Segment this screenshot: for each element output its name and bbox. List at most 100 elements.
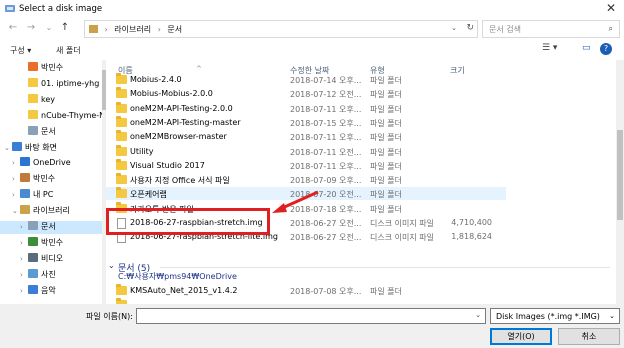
up-arrow-icon[interactable]: ↑ bbox=[58, 21, 72, 35]
sidebar-item[interactable]: › 내 PC bbox=[0, 189, 102, 202]
open-button[interactable]: 열기(O) bbox=[490, 328, 552, 345]
file-name: KMSAuto_Net_2015_v1.4.2 bbox=[130, 286, 238, 295]
sidebar-item[interactable]: › 사진 bbox=[0, 268, 102, 282]
filter-dropdown-icon[interactable]: ⌄ bbox=[609, 312, 615, 320]
expand-chevron-icon[interactable]: › bbox=[12, 159, 20, 167]
file-row[interactable]: 사용자 지정 Office 서식 파일 2018-07-09 오후... 파일 폴더 bbox=[106, 173, 506, 186]
sidebar-item[interactable]: › OneDrive bbox=[0, 157, 102, 170]
sidebar-item-label: 문서 bbox=[41, 222, 56, 231]
sidebar-item[interactable]: › 비디오 bbox=[0, 252, 102, 266]
sidebar-item[interactable]: 박민수 bbox=[0, 62, 102, 75]
breadcrumb-libraries[interactable]: 라이브러리 bbox=[114, 25, 151, 34]
file-type: 파일 폴더 bbox=[370, 190, 402, 200]
sort-ascending-icon: ^ bbox=[196, 65, 202, 73]
file-size: 1,818,624 bbox=[451, 232, 492, 242]
file-row[interactable]: oneM2M-API-Testing-master 2018-07-15 오후..… bbox=[106, 115, 506, 129]
sidebar-item-label: key bbox=[41, 94, 56, 104]
file-size: 4,710,400 bbox=[451, 218, 492, 227]
dialog-footer: 파일 이름(N): ⌄ Disk Images (*.img *.IMG) ⌄ … bbox=[0, 304, 624, 348]
sidebar-item[interactable]: ⌄ 바탕 화면 bbox=[0, 141, 102, 155]
sidebar-item[interactable]: › 박민수 bbox=[0, 236, 102, 250]
expand-chevron-icon[interactable]: › bbox=[20, 287, 28, 295]
view-controls: ☰ ▾ ▭ ? bbox=[534, 43, 624, 57]
expand-chevron-icon[interactable]: › bbox=[12, 191, 20, 199]
recent-locations-chevron-icon[interactable]: ⌄ bbox=[42, 21, 56, 35]
new-folder-button[interactable]: 새 폴더 bbox=[56, 45, 81, 56]
file-type-filter[interactable]: Disk Images (*.img *.IMG) ⌄ bbox=[490, 308, 620, 324]
file-row[interactable]: Visual Studio 2017 2018-07-11 오후... 파일 폴더 bbox=[106, 158, 506, 172]
breadcrumb-documents[interactable]: 문서 bbox=[167, 25, 182, 34]
file-type: 파일 폴더 bbox=[370, 176, 402, 186]
forward-arrow-icon[interactable]: → bbox=[24, 21, 38, 35]
library-folder-icon bbox=[89, 25, 98, 33]
expand-chevron-icon[interactable]: ⌄ bbox=[12, 207, 20, 215]
preview-pane-icon[interactable]: ▭ bbox=[582, 43, 591, 53]
back-arrow-icon[interactable]: ← bbox=[6, 21, 20, 35]
filename-input[interactable]: ⌄ bbox=[136, 308, 486, 324]
file-row[interactable]: KMSAuto_Net_2015_v1.4.2 2018-07-08 오후... 파… bbox=[106, 284, 506, 297]
cancel-button[interactable]: 취소 bbox=[558, 328, 620, 345]
sidebar-item-icon bbox=[20, 173, 30, 183]
filename-dropdown-icon[interactable]: ⌄ bbox=[475, 311, 481, 319]
address-bar[interactable]: › 라이브러리 › 문서 ⌄ ↻ bbox=[84, 20, 478, 38]
folder-icon bbox=[116, 284, 127, 295]
sidebar-item[interactable]: › 문서 bbox=[0, 221, 102, 234]
expand-chevron-icon[interactable]: › bbox=[20, 223, 28, 231]
file-name: Visual Studio 2017 bbox=[130, 160, 205, 170]
sidebar-item-icon bbox=[20, 205, 30, 215]
expand-chevron-icon[interactable]: › bbox=[12, 175, 20, 183]
sidebar-item[interactable]: ⌄ 라이브러리 bbox=[0, 205, 102, 218]
file-name: oneM2MBrowser-master bbox=[130, 132, 227, 142]
search-box[interactable]: 문서 검색 ⌕ bbox=[482, 20, 620, 38]
file-date: 2018-07-20 오전... bbox=[290, 190, 362, 200]
expand-chevron-icon[interactable]: › bbox=[20, 271, 28, 279]
group-collapse-chevron-icon[interactable]: ⌄ bbox=[108, 261, 115, 270]
breadcrumb-separator: › bbox=[157, 25, 161, 34]
sidebar-item-icon bbox=[12, 141, 22, 151]
file-row[interactable]: Mobius-Mobius-2.0.0 2018-07-12 오전... 파일 폴더 bbox=[106, 87, 506, 100]
file-type: 파일 폴더 bbox=[370, 118, 402, 128]
file-date: 2018-07-11 오후... bbox=[290, 104, 362, 114]
file-row[interactable]: Mobius-2.4.0 2018-07-14 오후... 파일 폴더 bbox=[106, 73, 506, 86]
filename-label: 파일 이름(N): bbox=[86, 312, 133, 321]
file-list-scrollbar[interactable] bbox=[616, 60, 624, 304]
file-type: 디스크 이미지 파일 bbox=[370, 233, 434, 243]
sidebar-item-icon bbox=[28, 252, 38, 262]
sidebar-item[interactable]: key bbox=[0, 93, 102, 107]
sidebar-item-icon bbox=[28, 62, 38, 71]
sidebar-item[interactable]: › 음악 bbox=[0, 284, 102, 298]
expand-chevron-icon[interactable]: › bbox=[20, 255, 28, 263]
sidebar-item[interactable]: › 박민수 bbox=[0, 173, 102, 186]
sidebar-item[interactable]: 01. iptime-yhg bbox=[0, 77, 102, 91]
file-type: 디스크 이미지 파일 bbox=[370, 219, 434, 228]
sidebar-item[interactable]: 문서 bbox=[0, 125, 102, 139]
sidebar-item-icon bbox=[28, 109, 38, 119]
file-row[interactable]: oneM2M-API-Testing-2.0.0 2018-07-11 오후...… bbox=[106, 101, 506, 115]
change-view-icon[interactable]: ☰ ▾ bbox=[542, 43, 557, 53]
navigation-pane: 박민수 01. iptime-yhg key nCube-Thyme-N 문서 ⌄ 바탕 화… bbox=[0, 60, 102, 304]
folder-icon bbox=[116, 144, 127, 156]
help-icon[interactable]: ? bbox=[600, 43, 612, 55]
group-divider bbox=[160, 267, 610, 268]
file-type: 파일 폴더 bbox=[370, 147, 402, 157]
search-icon[interactable]: ⌕ bbox=[609, 24, 613, 34]
title-bar: Select a disk image ✕ bbox=[0, 0, 624, 18]
file-row[interactable]: oneM2MBrowser-master 2018-07-11 오후... 파일 폴… bbox=[106, 130, 506, 143]
file-list-scroll-thumb[interactable] bbox=[617, 130, 623, 220]
expand-chevron-icon[interactable]: › bbox=[20, 239, 28, 247]
address-dropdown-icon[interactable]: ⌄ bbox=[451, 24, 457, 32]
file-row[interactable]: 오픈케어랩 2018-07-20 오전... 파일 폴더 bbox=[106, 187, 506, 201]
file-name: Utility bbox=[130, 146, 154, 156]
file-type: 파일 폴더 bbox=[370, 90, 402, 100]
file-type: 파일 폴더 bbox=[370, 133, 402, 143]
file-row[interactable]: Utility 2018-07-11 오전... 파일 폴더 bbox=[106, 144, 506, 158]
file-date: 2018-07-08 오후... bbox=[290, 287, 362, 296]
file-name: Mobius-Mobius-2.0.0 bbox=[130, 89, 213, 99]
expand-chevron-icon[interactable]: ⌄ bbox=[4, 144, 12, 152]
sidebar-item-label: 음악 bbox=[41, 285, 56, 295]
sidebar-item[interactable]: nCube-Thyme-N bbox=[0, 109, 102, 123]
organize-button[interactable]: 구성 ▾ bbox=[10, 45, 31, 56]
refresh-icon[interactable]: ↻ bbox=[466, 23, 474, 33]
sidebar-item-icon bbox=[28, 236, 38, 246]
close-icon[interactable]: ✕ bbox=[604, 1, 618, 15]
